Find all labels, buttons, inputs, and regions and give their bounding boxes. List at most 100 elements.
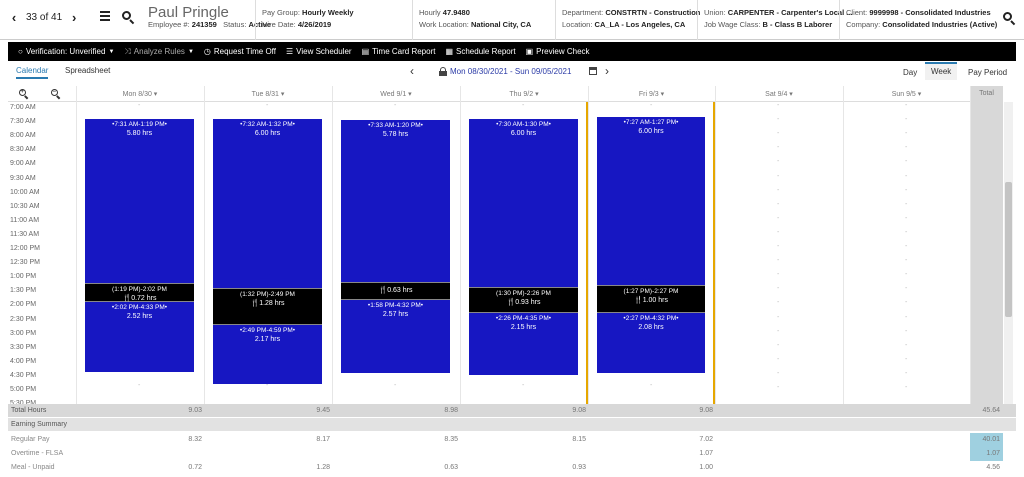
col-header-total: Total bbox=[979, 90, 994, 97]
hire-date: Hire Date: 4/26/2019 bbox=[262, 20, 332, 29]
employee-header: ‹ 33 of 41 › Paul Pringle Employee #: 24… bbox=[0, 0, 1024, 40]
empty-slot-marker: - bbox=[777, 214, 780, 222]
time-label: 5:00 PM bbox=[10, 386, 37, 393]
view-scheduler-button[interactable]: ☰ View Scheduler bbox=[286, 47, 352, 56]
tab-week[interactable]: Week bbox=[925, 62, 958, 80]
calendar-icon: ▦ bbox=[445, 47, 454, 56]
utensils-icon: 🍴 bbox=[122, 295, 132, 302]
col-header-fri[interactable]: Fri 9/3 ▾ bbox=[588, 90, 715, 98]
tab-pay-period[interactable]: Pay Period bbox=[968, 68, 1007, 77]
date-range: Mon 08/30/2021 - Sun 09/05/2021 bbox=[450, 67, 572, 76]
zoom-out-icon[interactable]: − bbox=[51, 89, 61, 100]
verification-dropdown[interactable]: ○ Verification: Unverified ▼ bbox=[18, 47, 114, 56]
shift-block-thu-pm[interactable]: •2:26 PM-4:35 PM• 2.15 hrs bbox=[469, 313, 578, 375]
analyze-rules-dropdown[interactable]: ⤨ Analyze Rules ▼ bbox=[124, 47, 194, 57]
time-label: 12:30 PM bbox=[10, 259, 40, 267]
empty-slot-marker: - bbox=[905, 228, 908, 236]
vertical-scrollbar[interactable] bbox=[1004, 102, 1013, 404]
col-header-thu[interactable]: Thu 9/2 ▾ bbox=[460, 90, 588, 98]
pay-group: Pay Group: Hourly Weekly bbox=[262, 8, 354, 17]
empty-slot-marker: - bbox=[905, 200, 908, 208]
empty-slot-marker: - bbox=[777, 355, 780, 363]
empty-slot-marker: - bbox=[905, 271, 908, 279]
time-label: 9:00 AM bbox=[10, 160, 36, 168]
empty-slot-marker: - bbox=[777, 285, 780, 293]
empty-slot-marker: - bbox=[905, 257, 908, 265]
record-counter: 33 of 41 bbox=[26, 12, 63, 23]
shift-block-fri-pm[interactable]: •2:27 PM-4:32 PM• 2.08 hrs bbox=[597, 313, 705, 373]
time-label: 8:00 AM bbox=[10, 132, 36, 140]
time-label: 10:00 AM bbox=[10, 188, 40, 196]
zoom-in-icon[interactable]: + bbox=[19, 89, 29, 100]
shift-block-mon-pm[interactable]: •2:02 PM-4:33 PM• 2.52 hrs bbox=[85, 302, 194, 372]
meal-block-thu[interactable]: (1:30 PM)-2:26 PM 🍴0.93 hrs bbox=[469, 287, 578, 313]
meal-block-wed[interactable]: 🍴0.63 hrs bbox=[341, 282, 450, 300]
empty-slot-marker: - bbox=[777, 228, 780, 236]
time-label: 3:30 PM bbox=[10, 343, 37, 351]
prev-week-icon[interactable]: ‹ bbox=[410, 64, 414, 78]
empty-slot-marker: - bbox=[905, 116, 908, 124]
schedule-report-button[interactable]: ▦ Schedule Report bbox=[445, 47, 515, 56]
col-header-sun[interactable]: Sun 9/5 ▾ bbox=[843, 90, 970, 98]
overtime-row: Overtime - FLSA 1.07 1.07 bbox=[8, 447, 1016, 461]
meal-block-fri[interactable]: (1:27 PM)-2:27 PM 🍴1.00 hrs bbox=[597, 285, 705, 313]
list-icon[interactable] bbox=[96, 11, 110, 23]
preview-check-button[interactable]: ▣ Preview Check bbox=[526, 47, 590, 56]
empty-slot-marker: - bbox=[905, 369, 908, 377]
col-header-tue[interactable]: Tue 8/31 ▾ bbox=[204, 90, 332, 98]
empty-slot-marker: - bbox=[777, 313, 780, 321]
prev-record-icon[interactable]: ‹ bbox=[8, 10, 20, 25]
col-header-mon[interactable]: Mon 8/30 ▾ bbox=[76, 90, 204, 98]
empty-slot-marker: - bbox=[777, 186, 780, 194]
action-toolbar: ○ Verification: Unverified ▼ ⤨ Analyze R… bbox=[8, 42, 1016, 61]
empty-slot-marker: - bbox=[905, 130, 908, 138]
empty-slot-marker: - bbox=[777, 299, 780, 307]
calendar-icon[interactable] bbox=[589, 67, 597, 75]
next-record-icon[interactable]: › bbox=[68, 10, 80, 25]
empty-slot-marker: - bbox=[522, 102, 525, 109]
shift-block-wed-pm[interactable]: •1:58 PM-4:32 PM• 2.57 hrs bbox=[341, 300, 450, 373]
earning-summary-row: Earning Summary bbox=[8, 418, 1016, 431]
day-boundary-line bbox=[713, 102, 715, 404]
shift-block-fri-am[interactable]: •7:27 AM-1:27 PM• 6.00 hrs bbox=[597, 117, 705, 285]
union: Union: CARPENTER - Carpenter's Local ... bbox=[704, 8, 853, 17]
day-boundary-line bbox=[586, 102, 588, 404]
time-card-report-button[interactable]: ▤ Time Card Report bbox=[362, 47, 436, 56]
empty-slot-marker: - bbox=[138, 382, 141, 389]
search-icon[interactable] bbox=[122, 11, 135, 25]
empty-slot-marker: - bbox=[905, 384, 908, 391]
empty-slot-marker: - bbox=[650, 382, 653, 389]
time-label: 2:00 PM bbox=[10, 301, 37, 309]
meal-block-mon[interactable]: (1:19 PM)-2:02 PM 🍴0.72 hrs bbox=[85, 283, 194, 302]
tab-calendar[interactable]: Calendar bbox=[16, 66, 49, 79]
empty-slot-marker: - bbox=[522, 382, 525, 389]
tab-spreadsheet[interactable]: Spreadsheet bbox=[65, 66, 110, 75]
meal-block-tue[interactable]: (1:32 PM)-2:49 PM 🍴1.28 hrs bbox=[213, 288, 322, 325]
company: Company: Consolidated Industries (Active… bbox=[846, 20, 998, 29]
empty-slot-marker: - bbox=[777, 158, 780, 166]
time-label: 3:00 PM bbox=[10, 329, 37, 337]
empty-slot-marker: - bbox=[905, 172, 908, 180]
col-header-wed[interactable]: Wed 9/1 ▾ bbox=[332, 90, 460, 98]
scrollbar-thumb[interactable] bbox=[1005, 182, 1012, 317]
shift-block-thu-am[interactable]: •7:30 AM-1:30 PM• 6.00 hrs bbox=[469, 119, 578, 287]
next-week-icon[interactable]: › bbox=[605, 64, 609, 78]
client-search-icon[interactable] bbox=[1003, 12, 1016, 26]
view-controls: Calendar Spreadsheet ‹ Mon 08/30/2021 - … bbox=[8, 62, 1016, 82]
empty-slot-marker: - bbox=[394, 382, 397, 389]
lock-icon[interactable] bbox=[439, 67, 447, 76]
shift-block-tue-pm[interactable]: •2:49 PM-4:59 PM• 2.17 hrs bbox=[213, 325, 322, 384]
empty-slot-marker: - bbox=[394, 102, 397, 109]
request-time-off-button[interactable]: ◷ Request Time Off bbox=[204, 47, 276, 56]
caret-down-icon: ▼ bbox=[187, 48, 194, 55]
tab-day[interactable]: Day bbox=[903, 68, 917, 77]
time-label: 11:00 AM bbox=[10, 216, 40, 224]
meal-unpaid-row: Meal - Unpaid 0.72 1.28 0.63 0.93 1.00 4… bbox=[11, 464, 1000, 471]
time-label: 4:00 PM bbox=[10, 357, 37, 365]
employee-name: Paul Pringle bbox=[148, 4, 229, 21]
col-header-sat[interactable]: Sat 9/4 ▾ bbox=[715, 90, 843, 98]
shift-block-tue-am[interactable]: •7:32 AM-1:32 PM• 6.00 hrs bbox=[213, 119, 322, 288]
shift-block-mon-am[interactable]: •7:31 AM-1:19 PM• 5.80 hrs bbox=[85, 119, 194, 283]
shift-block-wed-am[interactable]: •7:33 AM-1:20 PM• 5.78 hrs bbox=[341, 120, 450, 282]
empty-slot-marker: - bbox=[905, 243, 908, 250]
